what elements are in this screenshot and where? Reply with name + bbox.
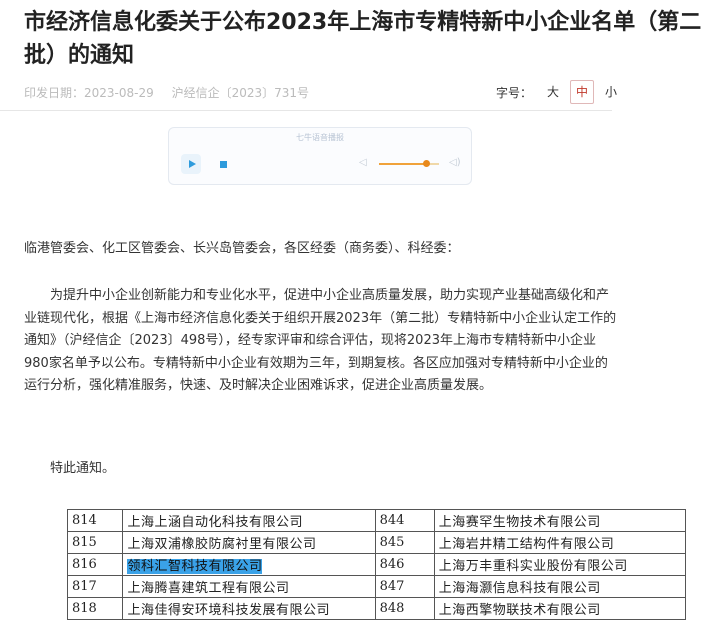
audio-player: 七牛语音播报 ◁ ◁) [168, 127, 472, 185]
font-size-medium-button[interactable]: 中 [570, 80, 595, 104]
left-number: 814 [66, 509, 124, 532]
player-label: 七牛语音播报 [296, 133, 344, 142]
font-size-label: 字号： [496, 85, 533, 100]
left-company: 上海双浦橡胶防腐衬里有限公司 [122, 531, 376, 554]
volume-slider[interactable] [379, 163, 439, 165]
right-company: 上海万丰重科实业股份有限公司 [433, 553, 687, 576]
volume-fill [379, 163, 424, 165]
right-number: 847 [374, 575, 435, 598]
table-row: 818 上海佳得安环境科技发展有限公司 848 上海西擎物联技术有限公司 [66, 597, 687, 620]
company-list-table: 814 上海上涵自动化科技有限公司 844 上海赛罕生物技术有限公司 815 上… [66, 509, 687, 620]
left-company: 上海腾喜建筑工程有限公司 [122, 575, 376, 598]
right-company: 上海岩井精工结构件有限公司 [433, 531, 687, 554]
closing-text: 特此通知。 [50, 461, 116, 476]
table-row: 816 领科汇智科技有限公司 846 上海万丰重科实业股份有限公司 [66, 553, 687, 576]
left-company-highlighted: 领科汇智科技有限公司 [122, 553, 376, 576]
table-row: 815 上海双浦橡胶防腐衬里有限公司 845 上海岩井精工结构件有限公司 [66, 531, 687, 554]
header-divider [0, 110, 612, 111]
left-number: 816 [66, 553, 124, 576]
addressee: 临港管委会、化工区管委会、长兴岛管委会，各区经委（商务委）、科经委： [24, 241, 460, 256]
article-meta: 印发日期：2023-08-29 沪经信企〔2023〕731号 [24, 84, 323, 101]
doc-number: 沪经信企〔2023〕731号 [171, 86, 310, 100]
right-number: 844 [374, 509, 435, 532]
font-size-selector: 字号： 大 中 小 [496, 80, 628, 104]
right-number: 845 [374, 531, 435, 554]
play-icon[interactable] [181, 154, 201, 174]
selection-highlight[interactable]: 领科汇智科技有限公司 [127, 559, 263, 574]
left-number: 815 [66, 531, 124, 554]
issue-date: 印发日期：2023-08-29 [24, 86, 154, 100]
table-row: 814 上海上涵自动化科技有限公司 844 上海赛罕生物技术有限公司 [66, 509, 687, 532]
stop-icon[interactable] [215, 156, 231, 172]
right-company: 上海赛罕生物技术有限公司 [433, 509, 687, 532]
left-number: 817 [66, 575, 124, 598]
volume-up-icon[interactable]: ◁) [449, 158, 461, 168]
left-number: 818 [66, 597, 124, 620]
font-size-small-button[interactable]: 小 [600, 81, 622, 103]
right-company: 上海海灏信息科技有限公司 [433, 575, 687, 598]
volume-down-icon[interactable]: ◁ [359, 158, 369, 168]
article-title: 市经济信息化委关于公布2023年上海市专精特新中小企业名单（第二批）的通知 [24, 10, 702, 68]
body-paragraph: 为提升中小企业创新能力和专业化水平，促进中小企业高质量发展，助力实现产业基础高级… [24, 288, 617, 394]
right-company: 上海西擎物联技术有限公司 [433, 597, 687, 620]
right-number: 848 [374, 597, 435, 620]
left-company: 上海上涵自动化科技有限公司 [122, 509, 376, 532]
font-size-large-button[interactable]: 大 [542, 81, 564, 103]
table-row: 817 上海腾喜建筑工程有限公司 847 上海海灏信息科技有限公司 [66, 575, 687, 598]
volume-knob[interactable] [423, 160, 430, 167]
right-number: 846 [374, 553, 435, 576]
left-company: 上海佳得安环境科技发展有限公司 [122, 597, 376, 620]
